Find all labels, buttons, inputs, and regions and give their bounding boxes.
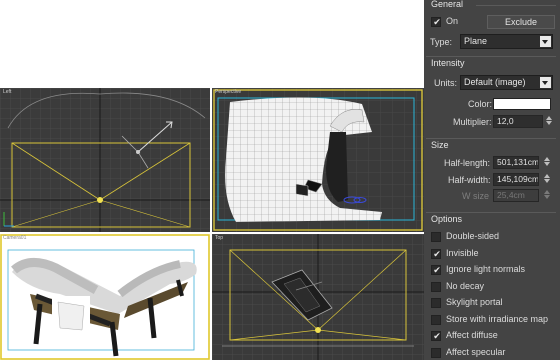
option-checkbox[interactable]: ✔: [431, 248, 441, 259]
w-size-label: W size: [462, 191, 489, 201]
color-swatch[interactable]: [493, 98, 551, 110]
size-section-title: Size: [431, 140, 449, 150]
chevron-down-icon: [540, 77, 551, 88]
multiplier-spinner[interactable]: [544, 115, 553, 126]
general-section-title: General: [431, 0, 464, 9]
check-icon: ✔: [433, 248, 441, 259]
half-length-field[interactable]: 501,131cm: [493, 156, 539, 169]
half-length-spinner[interactable]: [542, 156, 551, 167]
spinner-down-icon[interactable]: [543, 179, 550, 183]
units-label: Units:: [434, 78, 458, 88]
option-label[interactable]: Store with irradiance map: [446, 314, 548, 324]
option-checkbox[interactable]: [431, 281, 441, 292]
half-width-field[interactable]: 145,109cm: [493, 173, 539, 186]
spinner-up-icon: [543, 190, 550, 194]
section-divider: [476, 5, 556, 6]
viewport-label[interactable]: Top: [215, 235, 223, 241]
units-value: Default (image): [464, 77, 526, 87]
check-icon: ✔: [433, 265, 441, 275]
type-label: Type:: [430, 37, 453, 47]
viewport-label[interactable]: Perspective: [215, 89, 241, 95]
option-checkbox[interactable]: [431, 232, 441, 242]
option-checkbox[interactable]: [431, 298, 441, 308]
spinner-down-icon[interactable]: [543, 162, 550, 166]
type-value: Plane: [464, 36, 488, 46]
left-view-scene: [0, 88, 210, 232]
half-width-spinner[interactable]: [542, 173, 551, 184]
perspective-scene: [212, 88, 424, 232]
color-label: Color:: [468, 99, 493, 109]
option-label[interactable]: Invisible: [446, 248, 479, 258]
option-label[interactable]: Skylight portal: [446, 297, 503, 307]
option-label[interactable]: Affect specular: [446, 347, 505, 357]
option-label[interactable]: Affect diffuse: [446, 330, 498, 340]
check-icon: ✔: [433, 17, 441, 27]
viewport-camera[interactable]: Camera01: [0, 234, 210, 360]
viewport-left[interactable]: Left: [0, 88, 210, 232]
spinner-up-icon[interactable]: [543, 174, 550, 178]
w-size-spinner: [542, 189, 551, 200]
multiplier-field[interactable]: 12,0: [493, 115, 543, 128]
w-size-field: 25,4cm: [493, 189, 539, 202]
multiplier-label: Multiplier:: [453, 117, 492, 127]
top-view-scene: [212, 234, 424, 360]
half-length-label: Half-length:: [444, 158, 491, 168]
type-dropdown[interactable]: Plane: [460, 34, 553, 49]
viewport-label[interactable]: Camera01: [3, 235, 26, 241]
viewport-area: Left Perspective Camera01 Top: [0, 0, 424, 360]
check-icon: ✔: [433, 331, 441, 341]
section-divider: [426, 56, 556, 57]
spinner-up-icon[interactable]: [543, 157, 550, 161]
option-checkbox[interactable]: ✔: [431, 265, 441, 275]
on-checkbox[interactable]: ✔: [431, 17, 441, 27]
viewport-perspective[interactable]: Perspective: [212, 88, 424, 232]
viewport-top[interactable]: Top: [212, 234, 424, 360]
options-section-title: Options: [431, 214, 463, 224]
light-parameters-panel: General ✔ On Exclude Type: Plane Intensi…: [424, 0, 560, 360]
section-divider: [426, 212, 556, 213]
chevron-down-icon: [540, 36, 551, 47]
option-label[interactable]: Double-sided: [446, 231, 499, 241]
viewport-label[interactable]: Left: [3, 89, 11, 95]
spinner-down-icon: [543, 195, 550, 199]
camera-scene: [0, 234, 210, 360]
option-checkbox[interactable]: [431, 314, 441, 325]
intensity-section-title: Intensity: [431, 58, 465, 68]
option-checkbox[interactable]: ✔: [431, 331, 441, 341]
units-dropdown[interactable]: Default (image): [460, 75, 553, 90]
half-width-label: Half-width:: [448, 175, 491, 185]
section-divider: [426, 138, 556, 139]
option-label[interactable]: Ignore light normals: [446, 264, 525, 274]
option-checkbox[interactable]: [431, 347, 441, 358]
spinner-up-icon[interactable]: [545, 116, 552, 120]
option-label[interactable]: No decay: [446, 281, 484, 291]
on-label: On: [446, 16, 459, 26]
spinner-down-icon[interactable]: [545, 121, 552, 125]
exclude-button[interactable]: Exclude: [487, 15, 555, 29]
